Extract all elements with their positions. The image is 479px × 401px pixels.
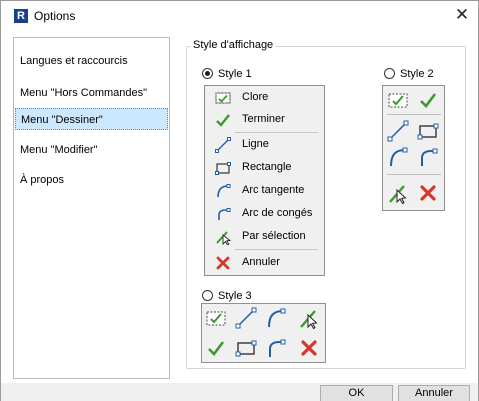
- arc-tangent-icon[interactable]: [265, 307, 287, 329]
- menu-item-label: Arc tangente: [242, 184, 305, 196]
- clore-icon[interactable]: [205, 307, 227, 329]
- sidebar-item-dessiner[interactable]: Menu "Dessiner": [15, 108, 168, 130]
- close-icon[interactable]: ✕: [450, 5, 474, 27]
- rectangle-icon[interactable]: [417, 120, 439, 142]
- cancel-x-icon[interactable]: [417, 182, 439, 204]
- display-style-legend: Style d'affichage: [191, 39, 276, 51]
- menu-item-label: Annuler: [242, 256, 280, 268]
- style1-panel: Clore Terminer Ligne Rectangle Arc tange…: [204, 85, 325, 276]
- menu-item-label: Clore: [242, 91, 269, 103]
- revit-app-icon: R: [14, 9, 28, 23]
- checkmark-icon[interactable]: [417, 89, 439, 111]
- menu-item-clore[interactable]: Clore: [205, 87, 324, 109]
- menu-item-arc-conges[interactable]: Arc de congés: [205, 203, 324, 225]
- sidebar-item-hors-commandes[interactable]: Menu "Hors Commandes": [15, 82, 168, 104]
- sidebar-item-a-propos[interactable]: À propos: [15, 169, 168, 191]
- style2-label[interactable]: Style 2: [400, 68, 434, 80]
- arc-tangent-icon: [217, 184, 231, 198]
- style2-radio[interactable]: [384, 68, 395, 79]
- style3-radio[interactable]: [202, 290, 213, 301]
- menu-item-terminer[interactable]: Terminer: [205, 109, 324, 131]
- cancel-x-icon[interactable]: [298, 337, 320, 359]
- rectangle-icon: [215, 162, 231, 175]
- style1-label[interactable]: Style 1: [218, 68, 252, 80]
- panel-separator: [387, 114, 441, 115]
- cancel-button[interactable]: Annuler: [398, 385, 470, 401]
- menu-item-par-selection[interactable]: Par sélection: [205, 226, 324, 248]
- line-icon[interactable]: [235, 307, 257, 329]
- rectangle-icon[interactable]: [235, 337, 257, 359]
- style2-panel: [382, 85, 445, 211]
- options-dialog: R Options ✕ Langues et raccourcis Menu "…: [0, 0, 479, 401]
- menu-item-ligne[interactable]: Ligne: [205, 134, 324, 156]
- fillet-arc-icon[interactable]: [265, 337, 287, 359]
- menu-separator: [235, 132, 318, 133]
- menu-item-label: Ligne: [242, 138, 269, 150]
- title-bar: R Options ✕: [1, 1, 478, 31]
- menu-item-rectangle[interactable]: Rectangle: [205, 157, 324, 179]
- pick-selection-icon[interactable]: [387, 182, 409, 204]
- style1-radio[interactable]: [202, 68, 213, 79]
- style3-panel: [201, 303, 326, 363]
- ok-button[interactable]: OK: [320, 385, 393, 401]
- checkmark-icon: [216, 114, 230, 127]
- checkmark-icon[interactable]: [205, 337, 227, 359]
- clore-icon: [215, 92, 231, 104]
- options-sidebar: Langues et raccourcis Menu "Hors Command…: [13, 37, 170, 379]
- line-icon[interactable]: [387, 120, 409, 142]
- line-icon: [215, 137, 231, 153]
- menu-item-label: Par sélection: [242, 230, 306, 242]
- style3-label[interactable]: Style 3: [218, 290, 252, 302]
- menu-item-label: Arc de congés: [242, 207, 313, 219]
- window-title: Options: [34, 9, 76, 23]
- panel-separator: [387, 174, 441, 175]
- cancel-x-icon: [216, 256, 230, 270]
- menu-separator: [235, 249, 318, 250]
- arc-tangent-icon[interactable]: [387, 146, 409, 168]
- pick-selection-icon[interactable]: [298, 307, 320, 329]
- menu-item-arc-tangente[interactable]: Arc tangente: [205, 180, 324, 202]
- fillet-arc-icon[interactable]: [417, 146, 439, 168]
- menu-item-label: Terminer: [242, 113, 285, 125]
- sidebar-item-modifier[interactable]: Menu "Modifier": [15, 139, 168, 161]
- fillet-arc-icon: [218, 208, 231, 220]
- sidebar-item-langues[interactable]: Langues et raccourcis: [15, 50, 168, 72]
- menu-item-label: Rectangle: [242, 161, 292, 173]
- clore-icon[interactable]: [387, 89, 409, 111]
- menu-item-annuler[interactable]: Annuler: [205, 252, 324, 274]
- pick-selection-icon: [216, 231, 231, 245]
